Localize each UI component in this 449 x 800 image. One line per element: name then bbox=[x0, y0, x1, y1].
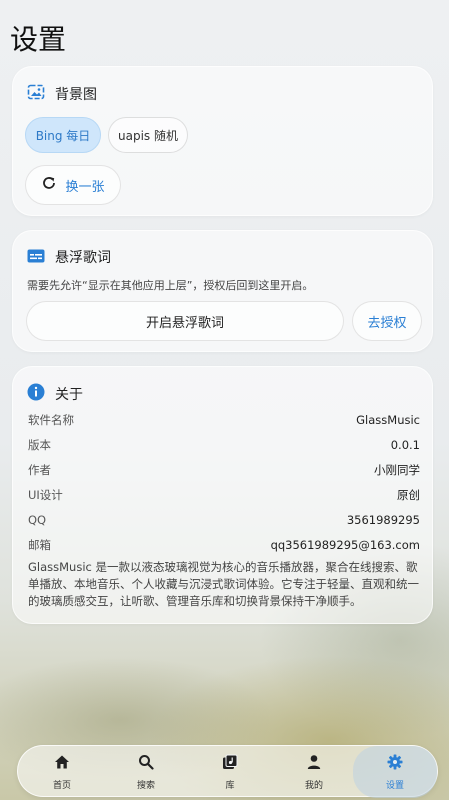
image-icon bbox=[27, 83, 45, 105]
background-card-title: 背景图 bbox=[55, 87, 97, 103]
info-icon bbox=[27, 383, 45, 405]
refresh-label: 换一张 bbox=[65, 179, 105, 195]
chip-bing-daily[interactable]: Bing 每日 bbox=[25, 117, 101, 153]
about-card: 关于 软件名称 GlassMusic 版本 0.0.1 作者 小刚同学 UI设计… bbox=[12, 366, 433, 624]
page-title: 设置 bbox=[10, 23, 67, 56]
enable-floating-lyrics-button[interactable]: 开启悬浮歌词 bbox=[26, 301, 344, 341]
about-title: 关于 bbox=[55, 387, 83, 403]
nav-label: 首页 bbox=[52, 780, 71, 791]
info-key: QQ bbox=[28, 513, 47, 527]
info-value: 原创 bbox=[397, 488, 420, 502]
info-key: 版本 bbox=[28, 438, 51, 452]
library-icon bbox=[222, 754, 238, 774]
info-row-app-name: 软件名称 GlassMusic bbox=[28, 410, 420, 430]
nav-item-search[interactable]: 搜索 bbox=[104, 746, 188, 798]
info-row-email: 邮箱 qq3561989295@163.com bbox=[28, 535, 420, 555]
info-value: 小刚同学 bbox=[374, 463, 420, 477]
home-icon bbox=[54, 754, 70, 774]
about-header: 关于 bbox=[27, 383, 83, 405]
nav-item-settings[interactable]: 设置 bbox=[353, 746, 437, 798]
subtitles-icon bbox=[27, 248, 45, 267]
info-key: UI设计 bbox=[28, 488, 63, 502]
about-description: GlassMusic 是一款以液态玻璃视觉为核心的音乐播放器，聚合在线搜索、歌 … bbox=[28, 559, 428, 610]
chip-uapis-random[interactable]: uapis 随机 bbox=[108, 117, 188, 153]
nav-label: 设置 bbox=[385, 780, 404, 791]
info-value: qq3561989295@163.com bbox=[270, 538, 420, 552]
floating-lyrics-header: 悬浮歌词 bbox=[27, 247, 111, 267]
nav-label: 库 bbox=[225, 780, 235, 791]
info-value: 0.0.1 bbox=[390, 438, 420, 452]
refresh-icon bbox=[41, 175, 57, 195]
enable-floating-lyrics-label: 开启悬浮歌词 bbox=[145, 315, 224, 331]
background-card: 背景图 Bing 每日 uapis 随机 换一张 bbox=[12, 66, 433, 216]
authorize-label: 去授权 bbox=[367, 315, 407, 331]
info-row-qq: QQ 3561989295 bbox=[28, 510, 420, 530]
info-row-ui-design: UI设计 原创 bbox=[28, 485, 420, 505]
nav-label: 我的 bbox=[304, 780, 323, 791]
info-key: 邮箱 bbox=[28, 538, 51, 552]
authorize-button[interactable]: 去授权 bbox=[352, 301, 422, 341]
nav-item-home[interactable]: 首页 bbox=[20, 746, 104, 798]
person-icon bbox=[306, 754, 322, 774]
about-description-line: 单播放、本地音乐、个人收藏与沉浸式歌词体验。它专注于轻量、直观和统一 bbox=[28, 577, 419, 591]
floating-lyrics-card: 悬浮歌词 需要先允许“显示在其他应用上层”，授权后回到这里开启。 开启悬浮歌词 … bbox=[12, 230, 433, 352]
nav-item-library[interactable]: 库 bbox=[188, 746, 272, 798]
background-card-header: 背景图 bbox=[27, 83, 97, 105]
info-key: 作者 bbox=[28, 463, 51, 477]
about-description-line: GlassMusic 是一款以液态玻璃视觉为核心的音乐播放器，聚合在线搜索、歌 bbox=[28, 560, 418, 574]
info-row-author: 作者 小刚同学 bbox=[28, 460, 420, 480]
floating-lyrics-description: 需要先允许“显示在其他应用上层”，授权后回到这里开启。 bbox=[27, 279, 314, 292]
bottom-nav: 首页 搜索 库 我的 设置 bbox=[17, 745, 438, 798]
search-icon bbox=[138, 754, 154, 774]
nav-item-profile[interactable]: 我的 bbox=[272, 746, 356, 798]
refresh-background-button[interactable]: 换一张 bbox=[25, 165, 121, 205]
info-row-version: 版本 0.0.1 bbox=[28, 435, 420, 455]
gear-icon bbox=[387, 754, 403, 774]
about-description-line: 的玻璃质感交互，让听歌、管理音乐库和切换背景保持干净顺手。 bbox=[28, 594, 362, 608]
info-value: GlassMusic bbox=[356, 413, 420, 427]
floating-lyrics-title: 悬浮歌词 bbox=[55, 250, 111, 266]
nav-label: 搜索 bbox=[136, 780, 155, 791]
info-key: 软件名称 bbox=[28, 413, 74, 427]
info-value: 3561989295 bbox=[346, 513, 420, 527]
